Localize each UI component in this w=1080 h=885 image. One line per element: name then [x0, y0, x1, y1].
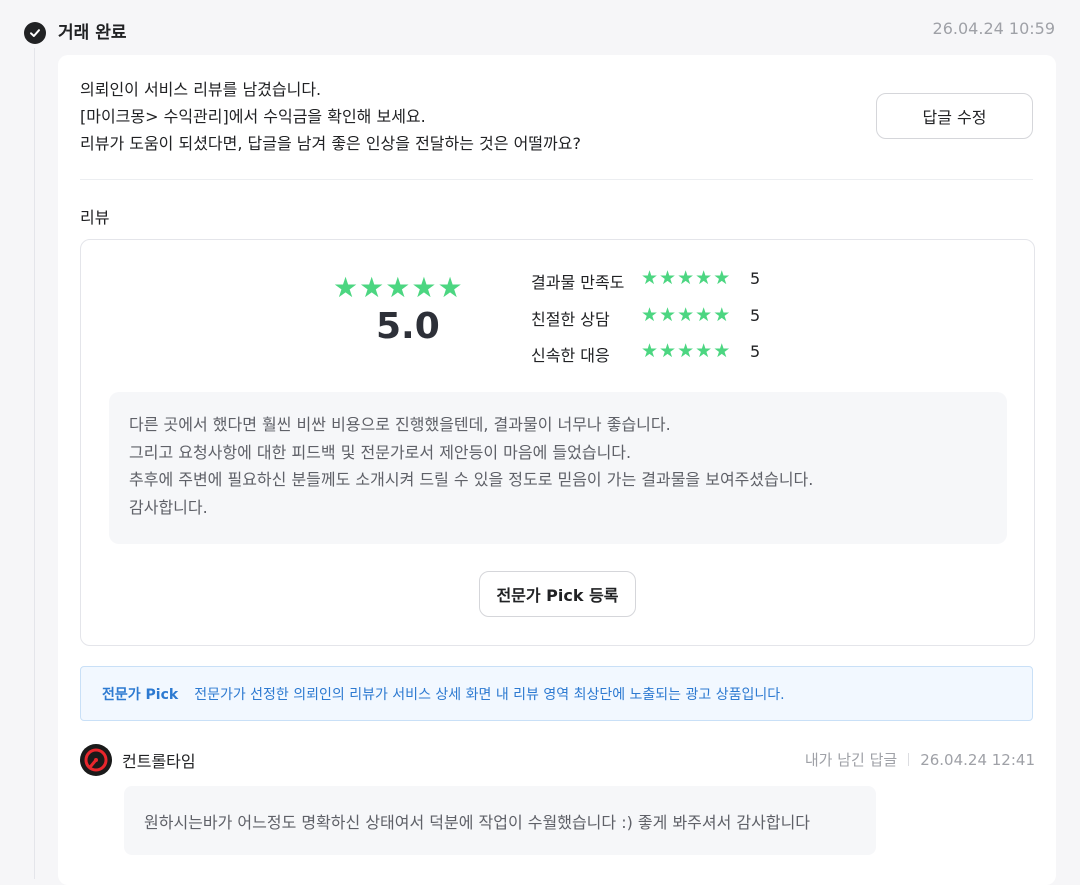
overall-score: 5.0 [376, 306, 440, 347]
edit-reply-button[interactable]: 답글 수정 [876, 93, 1033, 139]
reply-text: 원하시는바가 어느정도 명확하신 상태여서 덕분에 작업이 수월했습니다 :) … [124, 786, 876, 855]
star-icon: ★ [641, 303, 659, 326]
pick-info-title: 전문가 Pick [102, 686, 179, 703]
criteria-score: 5 [750, 342, 761, 361]
criteria-row: 결과물 만족도 ★ ★ ★ ★ ★ 5 [531, 265, 771, 302]
meta-separator [908, 753, 910, 766]
timeline-line [34, 48, 35, 879]
criteria-label: 친절한 상담 [531, 309, 610, 329]
rating-criteria: 결과물 만족도 ★ ★ ★ ★ ★ 5 친절한 상담 ★ ★ ★ ★ ★ 5 신속한 대응 ★ ★… [531, 265, 771, 375]
review-notice: 의뢰인이 서비스 리뷰를 남겼습니다. [마이크몽> 수익관리]에서 수익금을 … [80, 76, 581, 157]
star-icon: ★ [677, 267, 695, 289]
review-box: ★ ★ ★ ★ ★ 5.0 결과물 만족도 ★ ★ ★ ★ ★ 5 친절한 상담 ★ ★ ★… [80, 239, 1035, 646]
criteria-stars: ★ ★ ★ ★ ★ [641, 269, 730, 288]
overall-stars: ★ ★ ★ ★ ★ [333, 274, 463, 302]
criteria-row: 친절한 상담 ★ ★ ★ ★ ★ 5 [531, 302, 771, 339]
notice-line: [마이크몽> 수익관리]에서 수익금을 확인해 보세요. [80, 107, 426, 126]
pick-info-description: 전문가가 선정한 의뢰인의 리뷰가 서비스 상세 화면 내 리뷰 영역 최상단에… [194, 686, 785, 703]
criteria-label: 결과물 만족도 [531, 273, 625, 292]
review-text-line: 추후에 주변에 필요하신 분들께도 소개시켜 드릴 수 있을 정도로 믿음이 가… [129, 470, 814, 489]
star-icon: ★ [677, 340, 695, 362]
reply-meta-label: 내가 남긴 답글 [804, 751, 898, 769]
star-icon: ★ [713, 340, 731, 362]
status-title: 거래 완료 [58, 23, 127, 43]
status-timestamp: 26.04.24 10:59 [932, 19, 1055, 38]
notice-line: 의뢰인이 서비스 리뷰를 남겼습니다. [80, 80, 322, 99]
pick-info-banner: 전문가 Pick 전문가가 선정한 의뢰인의 리뷰가 서비스 상세 화면 내 리… [80, 666, 1033, 721]
review-text-line: 다른 곳에서 했다면 훨씬 비싼 비용으로 진행했을텐데, 결과물이 너무나 좋… [129, 415, 671, 434]
criteria-score: 5 [750, 269, 761, 288]
check-circle-icon [24, 22, 46, 44]
notice-line: 리뷰가 도움이 되셨다면, 답글을 남겨 좋은 인상을 전달하는 것은 어떨까요… [80, 134, 581, 153]
star-icon: ★ [437, 271, 463, 304]
star-icon: ★ [659, 303, 677, 326]
star-icon: ★ [677, 303, 695, 326]
logo-avatar-icon [80, 744, 112, 776]
star-icon: ★ [385, 271, 411, 304]
star-icon: ★ [713, 303, 731, 326]
star-icon: ★ [695, 267, 713, 289]
star-icon: ★ [641, 267, 659, 289]
reply-timestamp: 26.04.24 12:41 [920, 750, 1035, 769]
divider [80, 179, 1033, 180]
review-text: 다른 곳에서 했다면 훨씬 비싼 비용으로 진행했을텐데, 결과물이 너무나 좋… [109, 392, 1007, 544]
criteria-score: 5 [750, 305, 761, 325]
star-icon: ★ [713, 267, 731, 289]
criteria-stars: ★ ★ ★ ★ ★ [641, 303, 731, 326]
reply-author: 컨트롤타임 [122, 752, 196, 771]
star-icon: ★ [659, 267, 677, 289]
star-icon: ★ [359, 271, 385, 304]
star-icon: ★ [695, 303, 713, 326]
star-icon: ★ [333, 271, 359, 304]
review-text-line: 그리고 요청사항에 대한 피드백 및 전문가로서 제안등이 마음에 들었습니다. [129, 442, 632, 462]
review-heading: 리뷰 [80, 208, 110, 227]
review-text-line: 감사합니다. [129, 497, 208, 517]
reply-meta: 내가 남긴 답글 26.04.24 12:41 [805, 749, 1035, 770]
star-icon: ★ [411, 271, 437, 304]
criteria-stars: ★ ★ ★ ★ ★ [641, 342, 730, 361]
criteria-label: 신속한 대응 [531, 346, 610, 365]
criteria-row: 신속한 대응 ★ ★ ★ ★ ★ 5 [531, 338, 771, 375]
star-icon: ★ [659, 340, 677, 362]
star-icon: ★ [641, 340, 659, 362]
star-icon: ★ [695, 340, 713, 362]
pick-register-button[interactable]: 전문가 Pick 등록 [479, 571, 636, 617]
review-card: 의뢰인이 서비스 리뷰를 남겼습니다. [마이크몽> 수익관리]에서 수익금을 … [58, 55, 1056, 885]
